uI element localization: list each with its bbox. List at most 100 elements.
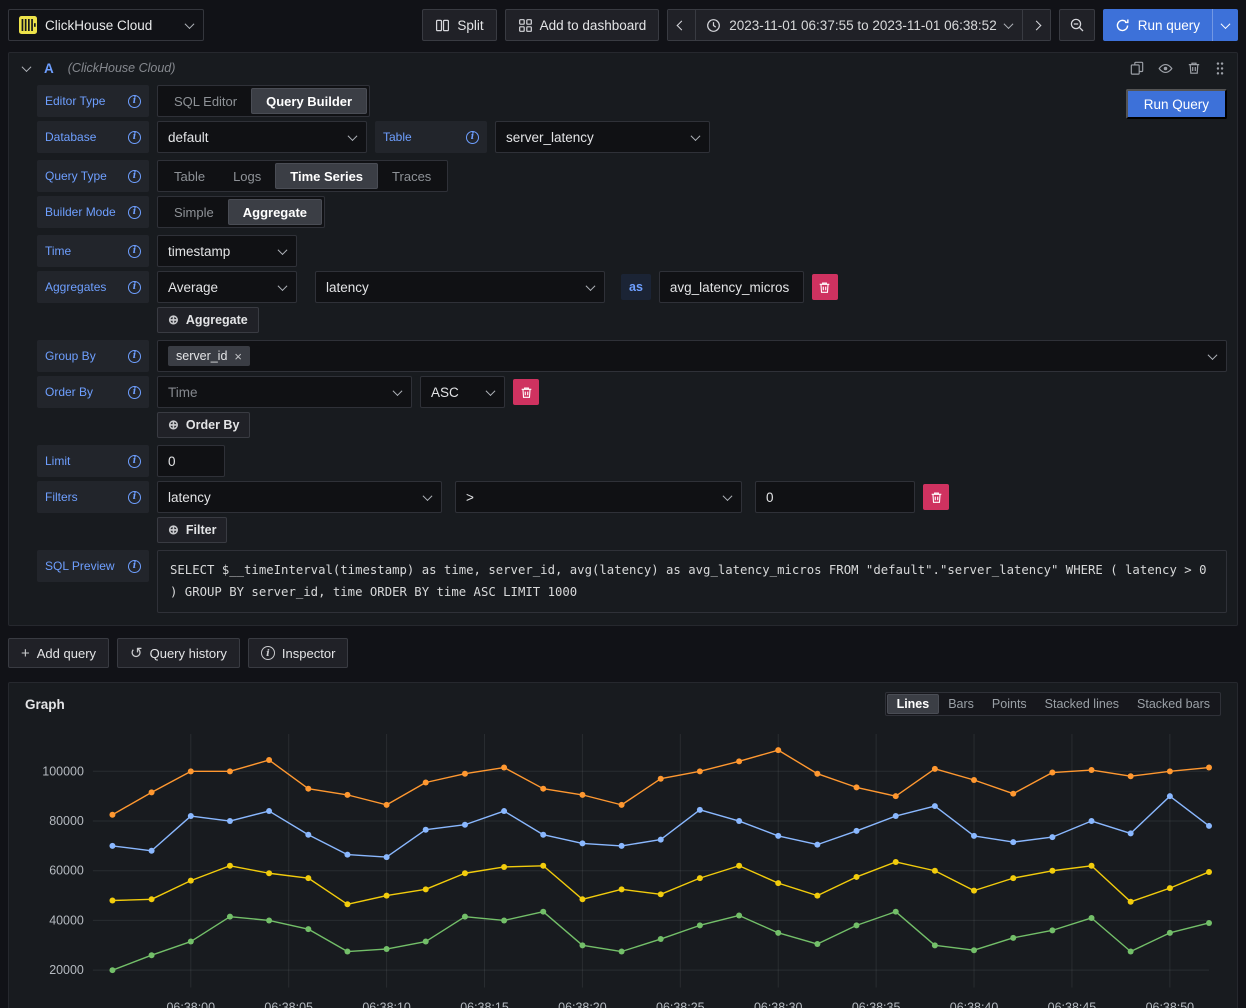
chevron-down-icon xyxy=(586,281,596,291)
drag-handle[interactable] xyxy=(1215,61,1225,76)
remove-tag-icon[interactable]: × xyxy=(234,350,242,363)
info-icon[interactable] xyxy=(128,170,141,183)
time-range-back-button[interactable] xyxy=(667,9,696,41)
add-aggregate-button[interactable]: ⊕Aggregate xyxy=(157,307,259,333)
copy-icon xyxy=(1130,61,1144,75)
run-query-split-button: Run query xyxy=(1103,9,1238,41)
graph-style-points[interactable]: Points xyxy=(983,694,1036,714)
info-icon[interactable] xyxy=(128,560,141,573)
add-to-dashboard-label: Add to dashboard xyxy=(540,18,647,33)
svg-text:20000: 20000 xyxy=(49,963,84,977)
graph-style-stacked-bars[interactable]: Stacked bars xyxy=(1128,694,1219,714)
add-order-by-button[interactable]: ⊕Order By xyxy=(157,412,250,438)
sql-preview-label: SQL Preview xyxy=(37,550,149,582)
chevron-left-icon xyxy=(677,20,687,30)
graph-style-stacked-lines[interactable]: Stacked lines xyxy=(1036,694,1128,714)
builder-mode-label: Builder Mode xyxy=(37,196,149,228)
explore-toolbar: +Add query ↺Query history Inspector xyxy=(8,638,1238,668)
datasource-picker[interactable]: ClickHouse Cloud xyxy=(8,9,204,41)
svg-text:06:38:00: 06:38:00 xyxy=(167,1001,216,1008)
filter-operator-select[interactable]: > xyxy=(455,481,742,513)
remove-query-button[interactable] xyxy=(1187,61,1201,75)
info-icon[interactable] xyxy=(128,386,141,399)
svg-text:06:38:45: 06:38:45 xyxy=(1048,1001,1097,1008)
editor-type-label: Editor Type xyxy=(37,85,149,117)
add-query-button[interactable]: +Add query xyxy=(8,638,109,668)
query-type-table[interactable]: Table xyxy=(160,163,219,189)
order-by-field-select[interactable]: Time xyxy=(157,376,412,408)
query-history-button[interactable]: ↺Query history xyxy=(117,638,240,668)
circle-plus-icon: ⊕ xyxy=(168,522,179,538)
remove-filter-button[interactable] xyxy=(923,484,949,510)
info-icon[interactable] xyxy=(128,350,141,363)
duplicate-query-button[interactable] xyxy=(1130,61,1144,75)
filter-field-select[interactable]: latency xyxy=(157,481,442,513)
run-query-dropdown[interactable] xyxy=(1212,9,1238,41)
database-label: Database xyxy=(37,121,149,153)
trash-icon xyxy=(1187,61,1201,75)
aggregate-alias-input[interactable] xyxy=(659,271,804,303)
info-icon xyxy=(261,646,275,660)
latency-chart[interactable]: 2000040000600008000010000006:38:0006:38:… xyxy=(17,726,1221,1008)
hide-response-button[interactable] xyxy=(1158,61,1173,76)
datasource-name: ClickHouse Cloud xyxy=(45,18,178,33)
info-icon[interactable] xyxy=(128,95,141,108)
add-filter-button[interactable]: ⊕Filter xyxy=(157,517,227,543)
table-select[interactable]: server_latency xyxy=(495,121,710,153)
graph-style-lines[interactable]: Lines xyxy=(887,694,940,714)
limit-input[interactable] xyxy=(157,445,225,477)
aggregates-label: Aggregates xyxy=(37,271,149,303)
collapse-chevron-icon[interactable] xyxy=(22,62,32,72)
info-icon[interactable] xyxy=(466,131,479,144)
info-icon[interactable] xyxy=(128,281,141,294)
builder-mode-aggregate[interactable]: Aggregate xyxy=(228,199,322,225)
remove-aggregate-button[interactable] xyxy=(812,274,838,300)
editor-type-query-builder[interactable]: Query Builder xyxy=(251,88,367,114)
order-by-direction-select[interactable]: ASC xyxy=(420,376,505,408)
graph-style-bars[interactable]: Bars xyxy=(939,694,983,714)
filter-value-input[interactable] xyxy=(755,481,915,513)
info-icon[interactable] xyxy=(128,455,141,468)
time-range-forward-button[interactable] xyxy=(1023,9,1051,41)
group-by-select[interactable]: server_id× xyxy=(157,340,1227,372)
time-range-button[interactable]: 2023-11-01 06:37:55 to 2023-11-01 06:38:… xyxy=(696,9,1022,41)
info-icon[interactable] xyxy=(128,206,141,219)
time-range-text: 2023-11-01 06:37:55 to 2023-11-01 06:38:… xyxy=(729,18,996,33)
query-ref-id[interactable]: A xyxy=(44,61,54,76)
database-select[interactable]: default xyxy=(157,121,367,153)
info-icon[interactable] xyxy=(128,131,141,144)
query-type-logs[interactable]: Logs xyxy=(219,163,275,189)
time-label: Time xyxy=(37,235,149,267)
query-type-time-series[interactable]: Time Series xyxy=(275,163,378,189)
split-icon xyxy=(435,18,450,33)
time-column-select[interactable]: timestamp xyxy=(157,235,297,267)
aggregate-function-select[interactable]: Average xyxy=(157,271,297,303)
add-to-dashboard-button[interactable]: Add to dashboard xyxy=(505,9,660,41)
split-button[interactable]: Split xyxy=(422,9,496,41)
svg-text:06:38:35: 06:38:35 xyxy=(852,1001,901,1008)
builder-mode-simple[interactable]: Simple xyxy=(160,199,228,225)
editor-type-toggle: SQL Editor Query Builder xyxy=(157,85,370,117)
chevron-down-icon xyxy=(393,386,403,396)
clickhouse-logo-icon xyxy=(19,16,37,34)
order-by-label: Order By xyxy=(37,376,149,408)
grip-dots-icon xyxy=(1215,61,1225,76)
run-query-button[interactable]: Run query xyxy=(1103,9,1212,41)
svg-text:06:38:50: 06:38:50 xyxy=(1146,1001,1195,1008)
builder-mode-toggle: Simple Aggregate xyxy=(157,196,325,228)
apps-grid-icon xyxy=(518,18,533,33)
svg-text:06:38:10: 06:38:10 xyxy=(362,1001,411,1008)
inspector-button[interactable]: Inspector xyxy=(248,638,348,668)
query-type-traces[interactable]: Traces xyxy=(378,163,445,189)
aggregate-column-select[interactable]: latency xyxy=(315,271,605,303)
zoom-out-button[interactable] xyxy=(1059,9,1095,41)
chevron-down-icon xyxy=(348,131,358,141)
info-icon[interactable] xyxy=(128,491,141,504)
query-editor-panel: A (ClickHouse Cloud) Run Query Editor Ty… xyxy=(8,52,1238,626)
info-icon[interactable] xyxy=(128,245,141,258)
editor-run-query-button[interactable]: Run Query xyxy=(1126,89,1227,119)
editor-type-sql-editor[interactable]: SQL Editor xyxy=(160,88,251,114)
chevron-down-icon xyxy=(185,19,195,29)
remove-order-by-button[interactable] xyxy=(513,379,539,405)
chevron-right-icon xyxy=(1031,20,1041,30)
